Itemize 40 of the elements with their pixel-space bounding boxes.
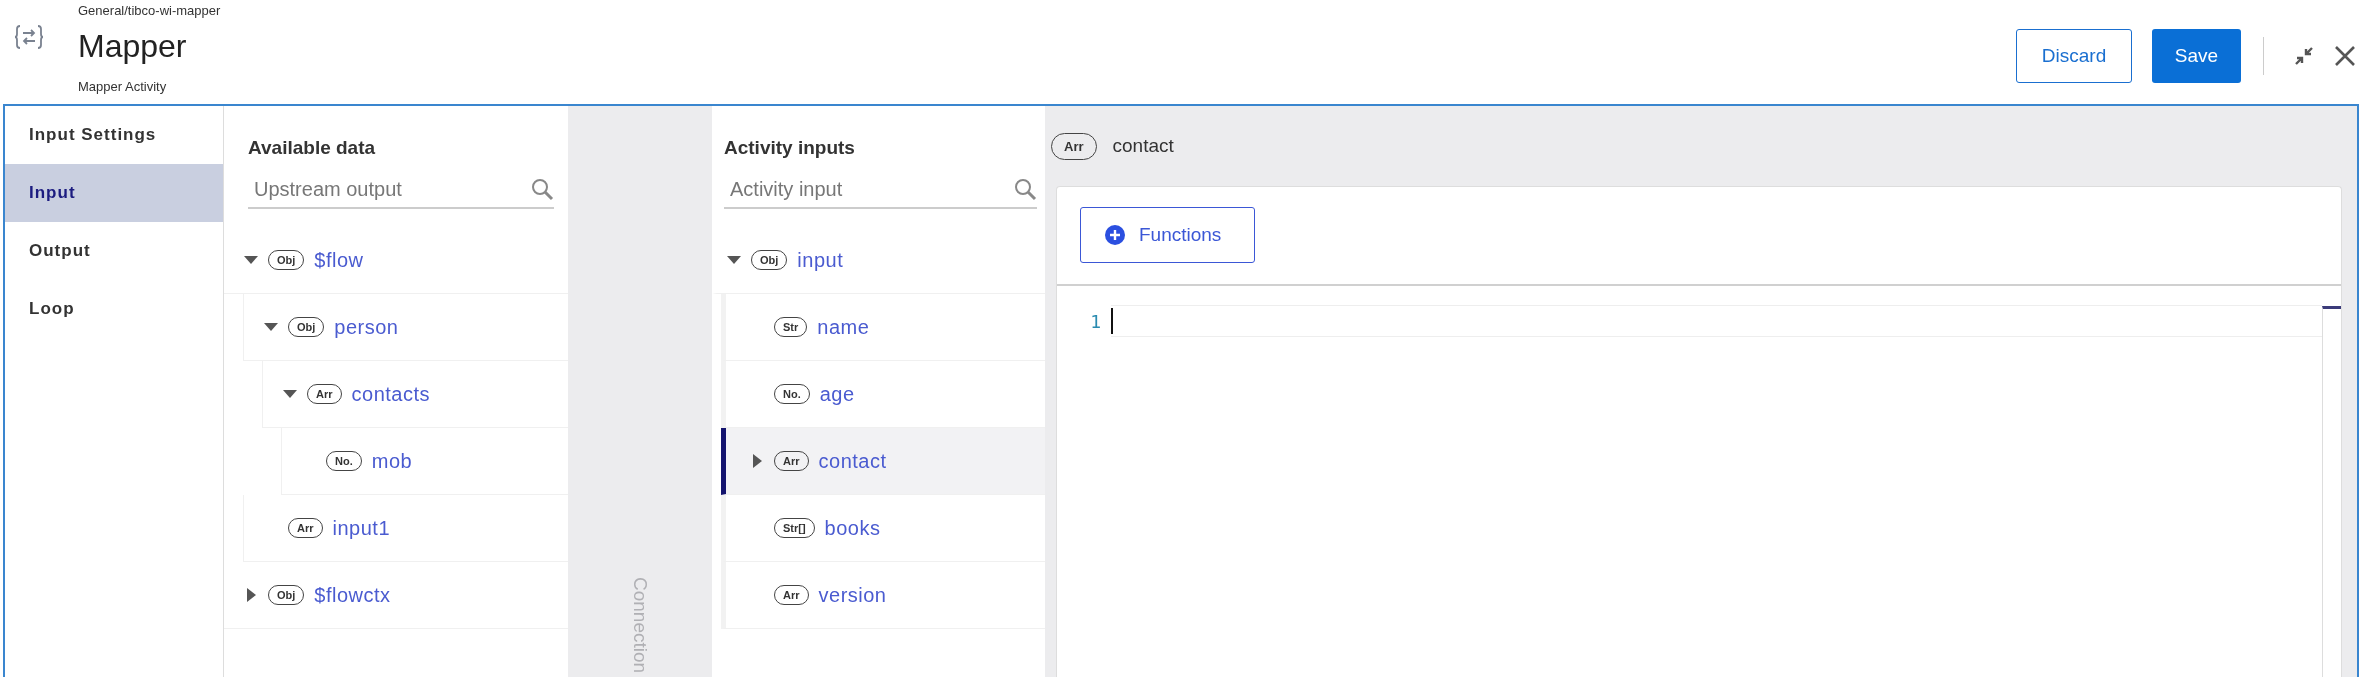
nav-tab[interactable]: Input Settings [5,106,223,164]
braces-arrows-icon [14,24,44,50]
text-cursor [1111,308,1113,334]
search-icon [530,177,554,201]
functions-button[interactable]: Functions [1080,207,1255,263]
connection-label: Connection [629,576,651,673]
selected-field-name: contact [1112,135,1174,157]
close-icon[interactable] [2334,45,2356,67]
caret-right-icon[interactable] [750,454,764,468]
plus-circle-icon [1105,225,1125,245]
search-field[interactable]: Activity input [724,177,1013,201]
node-label: books [824,516,881,540]
node-label: input [797,248,844,272]
search-field[interactable]: Upstream output [248,177,530,201]
column-title: Activity inputs [724,137,856,159]
breadcrumb: General/tibco-wi-mapper [78,3,221,18]
node-label: age [819,382,855,406]
node-label: person [334,315,399,339]
node-label: version [818,583,887,607]
discard-button[interactable]: Discard [2016,29,2132,83]
nav-tab[interactable]: Loop [5,280,223,338]
search-icon [1013,177,1037,201]
save-button[interactable]: Save [2152,29,2241,83]
nav-tab[interactable]: Input [5,164,223,222]
scrollbar[interactable] [2322,306,2341,677]
line-number: 1 [1089,310,1101,332]
caret-right-icon[interactable] [244,588,258,602]
node-label: input1 [332,516,390,540]
node-label: contact [818,449,887,473]
nav-tab[interactable]: Output [5,222,223,280]
node-label: contacts [351,382,430,406]
node-label: $flow [314,248,364,272]
page-subtitle: Mapper Activity [78,79,168,94]
tree-row[interactable]: Arr contact [721,428,1045,495]
collapse-icon[interactable] [2294,46,2314,66]
column-title: Available data [248,137,377,159]
node-label: mob [371,449,413,473]
page-title: Mapper [78,28,188,65]
node-label: $flowctx [314,583,391,607]
node-label: name [817,315,870,339]
